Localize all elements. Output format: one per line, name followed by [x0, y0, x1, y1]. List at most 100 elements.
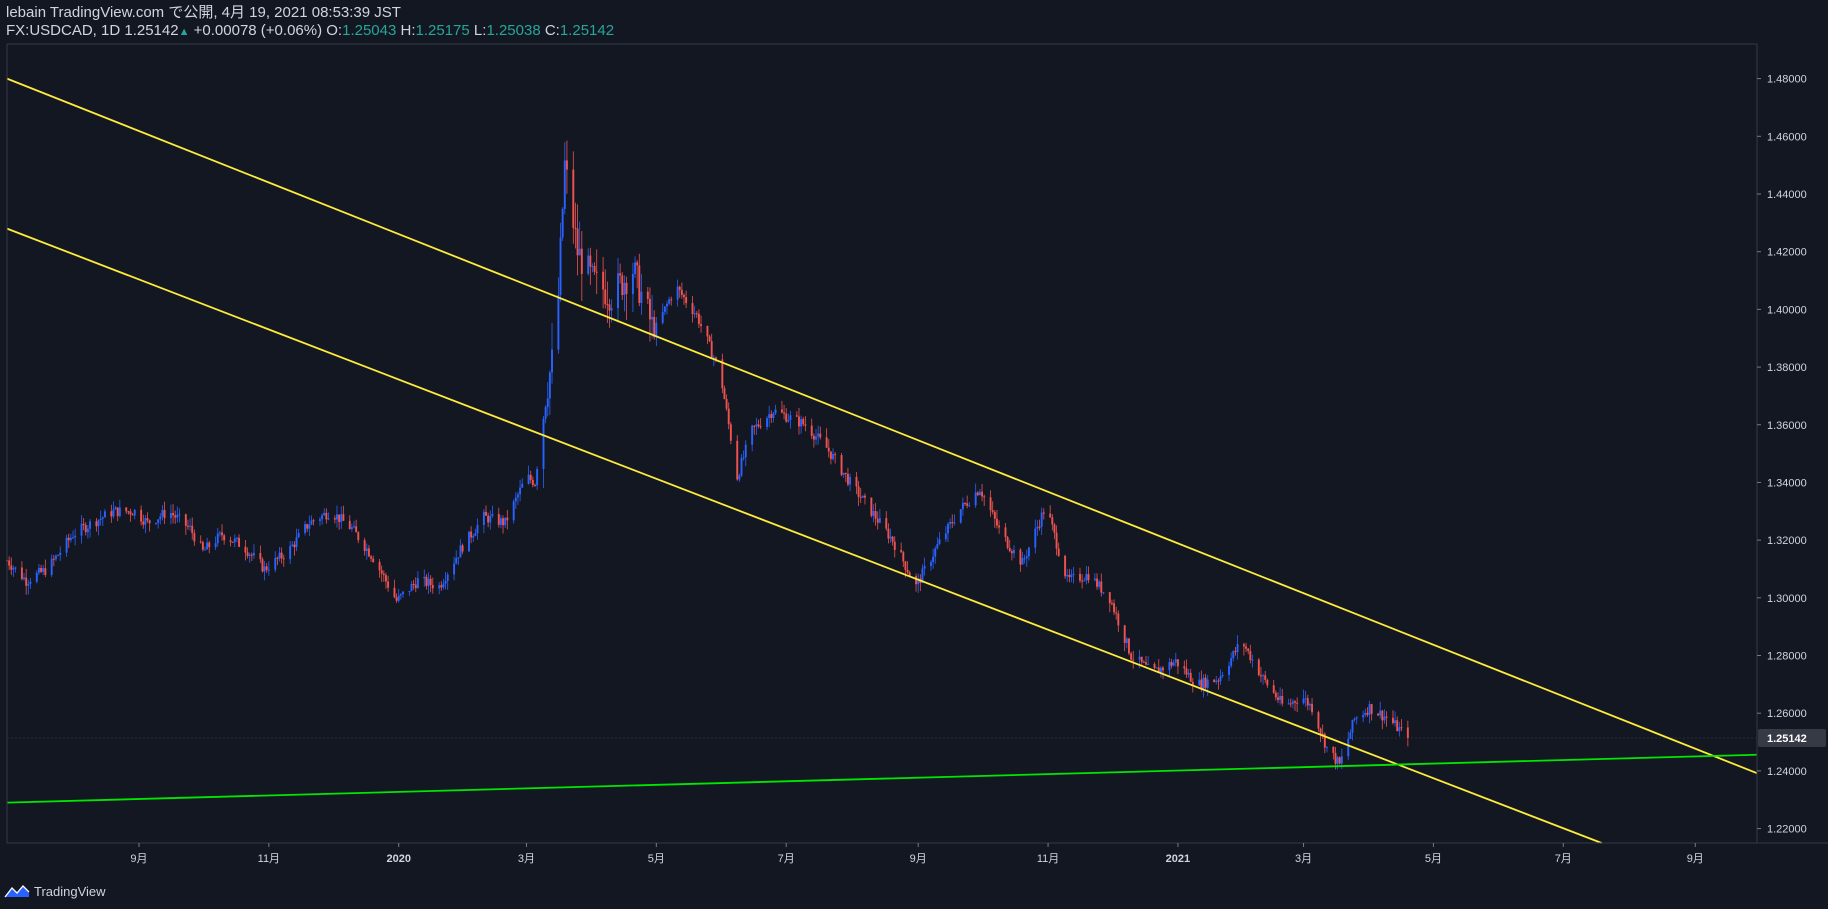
candle-body — [457, 557, 460, 559]
candle-body — [297, 533, 300, 538]
candle-body — [989, 497, 992, 511]
candle-body — [1287, 703, 1290, 705]
candle-body — [800, 419, 803, 427]
close-value: 1.25142 — [559, 22, 615, 39]
candle-body — [1317, 712, 1320, 729]
candle-body — [461, 545, 464, 552]
plot-area[interactable] — [7, 44, 1757, 843]
candle-body — [915, 576, 918, 585]
candle-body — [668, 299, 671, 304]
candle-body — [766, 418, 768, 428]
candle-body — [148, 520, 151, 524]
candle-body — [259, 552, 262, 560]
candle-body — [710, 341, 713, 358]
candle-body — [802, 419, 805, 425]
candle-body — [1215, 680, 1218, 682]
candle-body — [1221, 674, 1224, 677]
candle-body — [163, 510, 166, 518]
candle-body — [199, 541, 202, 543]
candle-body — [261, 559, 264, 572]
candle-body — [872, 511, 875, 516]
price-tick-label: 1.40000 — [1767, 304, 1807, 316]
candle-body — [631, 273, 634, 294]
candle-body — [1259, 675, 1262, 677]
candle-body — [1274, 692, 1277, 698]
candle-body — [1057, 548, 1060, 556]
candle-body — [817, 433, 820, 437]
candle-body — [1266, 679, 1269, 686]
candle-body — [810, 425, 813, 436]
candle-body — [355, 526, 358, 533]
candle-body — [1132, 659, 1135, 661]
candle-body — [1234, 651, 1237, 653]
candle-body — [1391, 717, 1394, 724]
candle-body — [959, 509, 962, 523]
candle-body — [815, 436, 817, 440]
candle-body — [934, 548, 937, 557]
candle-body — [729, 424, 732, 441]
candle-body — [557, 294, 560, 350]
candle-body — [1185, 668, 1188, 675]
candle-body — [506, 517, 509, 521]
candle-body — [191, 525, 194, 534]
candle-body — [572, 169, 575, 228]
candle-body — [1340, 756, 1343, 764]
candle-body — [1021, 558, 1024, 565]
candle-body — [99, 518, 102, 521]
candle-body — [86, 528, 89, 533]
candle-body — [193, 533, 196, 542]
candle-body — [129, 511, 132, 515]
candle-body — [1217, 680, 1220, 682]
candle-body — [1153, 663, 1156, 668]
candle-body — [221, 532, 223, 536]
candle-body — [1294, 701, 1296, 703]
candle-body — [282, 558, 285, 560]
price-chart[interactable]: 1.48000 1.46000 1.44000 1.42000 1.40000 1.380… — [0, 0, 1828, 909]
candle-body — [189, 525, 192, 527]
candle-body — [89, 521, 91, 529]
candle-body — [981, 491, 984, 497]
candle-body — [161, 510, 164, 517]
candle-body — [1279, 695, 1282, 701]
candle-body — [953, 522, 956, 524]
candle-body — [998, 525, 1001, 528]
candle-body — [310, 520, 313, 525]
candle-body — [646, 291, 649, 299]
candle-body — [14, 567, 17, 569]
candle-body — [1242, 644, 1245, 647]
candle-body — [966, 503, 969, 506]
price-axis[interactable]: 1.48000 1.46000 1.44000 1.42000 1.40000 1.380… — [1757, 74, 1807, 836]
candle-body — [1066, 574, 1069, 577]
candle-body — [602, 271, 605, 290]
candle-body — [504, 517, 507, 526]
time-axis[interactable]: 9月 11月 2020 3月 5月 7月 9月 11月 2021 3月 5月 7月 9月 — [130, 843, 1704, 865]
candle-body — [655, 322, 658, 338]
candle-body — [144, 518, 147, 525]
candle-body — [889, 536, 892, 539]
candle-body — [623, 282, 626, 295]
candle-body — [634, 262, 636, 274]
candle-body — [440, 585, 443, 588]
candle-body — [565, 160, 568, 170]
candle-body — [133, 509, 136, 516]
candle-body — [578, 248, 581, 256]
candle-body — [402, 591, 404, 595]
candle-body — [663, 306, 666, 312]
price-change: +0.00078 (+0.06%) — [193, 22, 323, 39]
candle-body — [372, 558, 375, 562]
candle-body — [991, 510, 994, 513]
candle-body — [174, 515, 177, 518]
price-tick-label: 1.38000 — [1767, 362, 1807, 374]
candle-body — [110, 511, 113, 517]
candle-body — [1110, 603, 1113, 605]
candle-body — [159, 516, 162, 520]
candle-body — [695, 313, 698, 315]
candle-body — [69, 537, 72, 541]
candle-body — [780, 409, 783, 413]
footer-branding[interactable]: TradingView — [4, 880, 106, 902]
candle-body — [1023, 558, 1026, 560]
symbol-label[interactable]: FX:USDCAD, 1D — [6, 22, 120, 39]
candle-body — [370, 556, 373, 559]
candle-body — [1128, 638, 1130, 654]
candle-body — [1081, 580, 1084, 582]
